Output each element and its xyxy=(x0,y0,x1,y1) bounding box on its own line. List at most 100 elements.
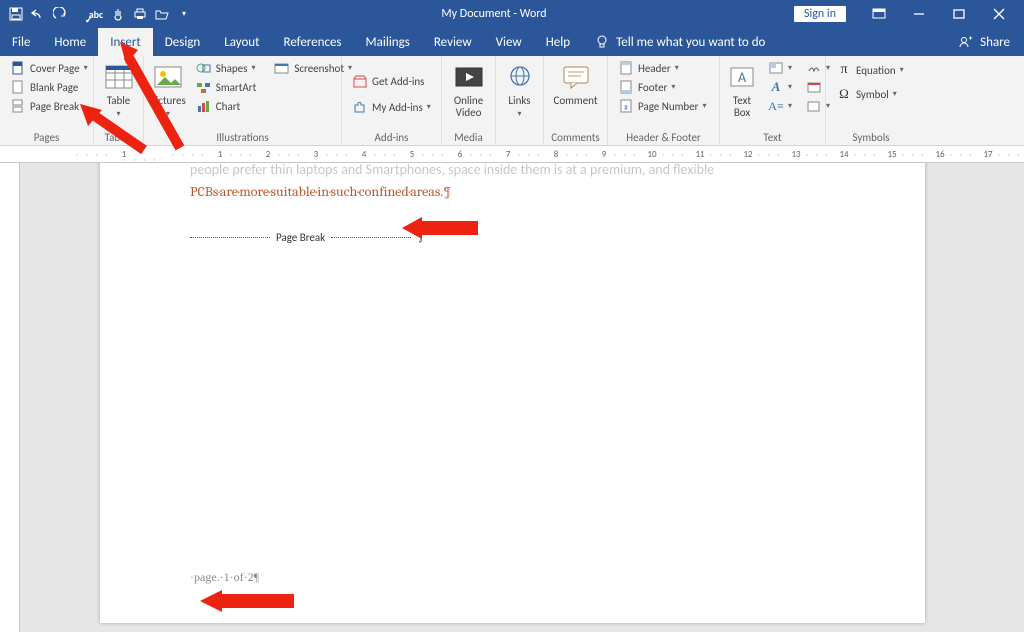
tab-help[interactable]: Help xyxy=(534,28,582,56)
footer-button[interactable]: Footer▾ xyxy=(614,78,711,96)
chart-button[interactable]: Chart xyxy=(192,97,261,115)
comment-label: Comment xyxy=(553,95,597,107)
tab-view[interactable]: View xyxy=(484,28,534,56)
smartart-label: SmartArt xyxy=(216,81,257,94)
group-text-label: Text xyxy=(726,129,819,145)
online-video-button[interactable]: Online Video xyxy=(448,59,489,129)
maximize-icon[interactable] xyxy=(942,0,976,28)
group-illus-label: Illustrations xyxy=(150,129,335,145)
vertical-ruler[interactable] xyxy=(0,163,20,632)
group-pages-label: Pages xyxy=(6,129,87,145)
group-symbols-label: Symbols xyxy=(832,129,910,145)
close-icon[interactable] xyxy=(982,0,1016,28)
tell-me[interactable]: Tell me what you want to do xyxy=(594,34,765,50)
object-icon xyxy=(806,98,822,114)
tab-review[interactable]: Review xyxy=(422,28,484,56)
touch-icon[interactable] xyxy=(108,3,128,25)
ribbon-display-icon[interactable] xyxy=(862,0,896,28)
table-button[interactable]: Table▾ xyxy=(100,59,137,129)
table-label: Table xyxy=(107,94,131,107)
addins-icon xyxy=(352,99,368,115)
header-icon xyxy=(618,60,634,76)
chart-label: Chart xyxy=(216,100,240,113)
my-addins-button[interactable]: My Add-ins ▾ xyxy=(348,98,435,116)
document-view: people prefer thin laptops and Smartphon… xyxy=(0,163,1024,632)
smartart-button[interactable]: SmartArt xyxy=(192,78,261,96)
equation-label: Equation xyxy=(856,64,896,77)
tab-file[interactable]: File xyxy=(0,28,42,56)
page-break-button[interactable]: Page Break xyxy=(6,97,92,115)
minimize-icon[interactable] xyxy=(902,0,936,28)
textbox-label: Text Box xyxy=(733,95,751,119)
redo-icon[interactable] xyxy=(50,3,70,25)
chart-icon xyxy=(196,98,212,114)
lightbulb-icon xyxy=(594,34,610,50)
table-icon xyxy=(103,61,135,93)
shapes-label: Shapes xyxy=(216,62,248,75)
tab-mailings[interactable]: Mailings xyxy=(354,28,422,56)
group-links-label xyxy=(502,129,537,145)
shapes-icon xyxy=(196,60,212,76)
cover-page-label: Cover Page xyxy=(30,62,80,75)
pictures-label: Pictures xyxy=(150,94,186,107)
tell-me-label: Tell me what you want to do xyxy=(616,35,765,50)
comment-icon xyxy=(560,61,592,93)
tab-insert[interactable]: Insert xyxy=(98,28,153,56)
tab-references[interactable]: References xyxy=(272,28,354,56)
quickprint-icon[interactable] xyxy=(130,3,150,25)
tab-layout[interactable]: Layout xyxy=(212,28,271,56)
symbol-button[interactable]: ΩSymbol▾ xyxy=(832,85,908,103)
links-label: Links xyxy=(508,94,530,107)
smartart-icon xyxy=(196,79,212,95)
my-addins-label: My Add-ins xyxy=(372,101,423,114)
cover-page-icon xyxy=(10,60,26,76)
horizontal-ruler[interactable]: 1123456789101112131415161718 xyxy=(0,146,1024,163)
textbox-button[interactable]: A Text Box xyxy=(726,59,758,129)
video-label: Online Video xyxy=(454,95,483,119)
cover-page-button[interactable]: Cover Page▾ xyxy=(6,59,92,77)
get-addins-label: Get Add-ins xyxy=(372,75,424,88)
page-number-button[interactable]: #Page Number▾ xyxy=(614,97,711,115)
menu-bar: File Home Insert Design Layout Reference… xyxy=(0,28,1024,56)
undo-icon[interactable] xyxy=(28,3,48,25)
blank-page-label: Blank Page xyxy=(30,81,78,94)
get-addins-button[interactable]: Get Add-ins xyxy=(348,72,435,90)
qat-divider xyxy=(72,3,84,25)
group-comments-label: Comments xyxy=(550,129,601,145)
symbol-icon: Ω xyxy=(836,86,852,102)
page-break-marker: Page Break ¶ xyxy=(190,231,835,244)
comment-button[interactable]: Comment xyxy=(550,59,601,129)
equation-icon: π xyxy=(836,62,852,78)
pictures-button[interactable]: Pictures▾ xyxy=(150,59,186,129)
signature-icon xyxy=(806,60,822,76)
quickparts-icon xyxy=(768,60,784,76)
quick-access-toolbar: abc✓ ▾ xyxy=(0,3,194,25)
window-controls: Sign in xyxy=(794,0,1024,28)
open-icon[interactable] xyxy=(152,3,172,25)
textbox-icon: A xyxy=(726,61,758,93)
shapes-button[interactable]: Shapes▾ xyxy=(192,59,261,77)
share-button[interactable]: Share xyxy=(980,35,1010,50)
svg-text:#: # xyxy=(624,103,628,112)
signin-button[interactable]: Sign in xyxy=(794,6,846,22)
footer-label: Footer xyxy=(638,81,667,94)
tab-design[interactable]: Design xyxy=(153,28,212,56)
page-number-icon: # xyxy=(618,98,634,114)
group-media-label: Media xyxy=(448,129,489,145)
page-1[interactable]: people prefer thin laptops and Smartphon… xyxy=(100,163,925,623)
spelling-icon[interactable]: abc✓ xyxy=(86,3,106,25)
page-footer: ·page.·1·of·2¶ xyxy=(190,570,259,585)
dropcap-button[interactable]: A≡▾ xyxy=(764,97,796,115)
tab-home[interactable]: Home xyxy=(42,28,98,56)
equation-button[interactable]: πEquation ▾ xyxy=(832,61,908,79)
wordart-button[interactable]: A▾ xyxy=(764,78,796,96)
qat-dropdown-icon[interactable]: ▾ xyxy=(174,3,194,25)
header-button[interactable]: Header▾ xyxy=(614,59,711,77)
save-icon[interactable] xyxy=(6,3,26,25)
blank-page-button[interactable]: Blank Page xyxy=(6,78,92,96)
links-button[interactable]: Links▾ xyxy=(502,59,537,129)
share-icon xyxy=(958,34,974,50)
group-tables-label: Tables xyxy=(100,129,137,145)
title-bar: abc✓ ▾ My Document - Word Sign in xyxy=(0,0,1024,28)
quickparts-button[interactable]: ▾ xyxy=(764,59,796,77)
